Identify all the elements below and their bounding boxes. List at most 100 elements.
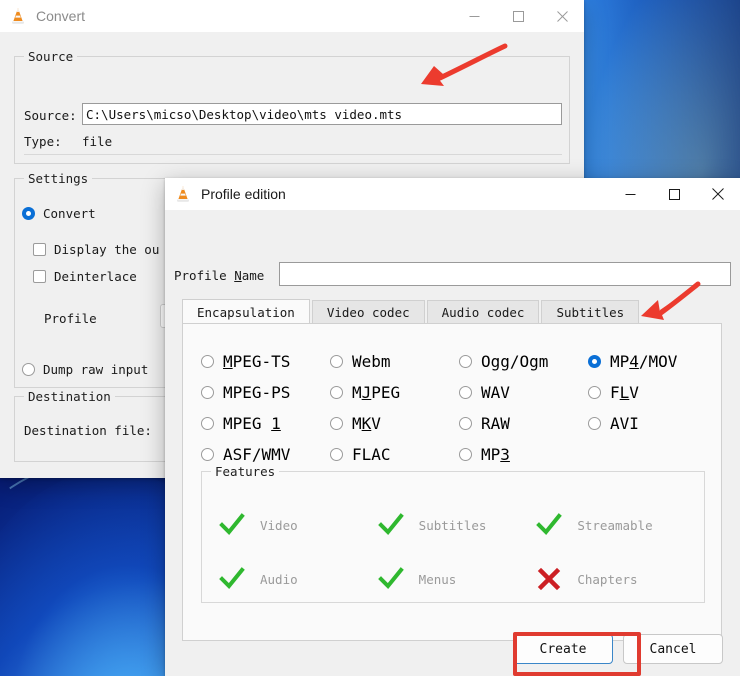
profile-name-value bbox=[280, 263, 730, 269]
destination-file-label: Destination file: bbox=[24, 423, 152, 438]
profile-body: Profile Name Encapsulation Video codec A… bbox=[165, 210, 740, 676]
vlc-cone-icon bbox=[177, 186, 189, 202]
radio-option-mpeg-ts[interactable]: MPEG-TS bbox=[201, 352, 330, 371]
radio-raw[interactable] bbox=[459, 417, 472, 430]
features-row: Audio Menus Chapters bbox=[218, 552, 694, 606]
check-icon bbox=[219, 513, 245, 535]
convert-radio[interactable] bbox=[22, 207, 35, 220]
radio-option-wav[interactable]: WAV bbox=[459, 383, 588, 402]
deinterlace-label: Deinterlace bbox=[54, 269, 137, 284]
radio-option-flv[interactable]: FLV bbox=[588, 383, 705, 402]
radio-label-flac: FLAC bbox=[352, 445, 391, 464]
minimize-button[interactable] bbox=[452, 0, 496, 32]
radio-mpeg-ts[interactable] bbox=[201, 355, 214, 368]
radio-option-asf-wmv[interactable]: ASF/WMV bbox=[201, 445, 330, 464]
convert-radio-label: Convert bbox=[43, 206, 96, 221]
dump-raw-radio[interactable] bbox=[22, 363, 35, 376]
feature-video: Video bbox=[218, 511, 377, 539]
radio-option-avi[interactable]: AVI bbox=[588, 414, 705, 433]
radio-option-mpeg-ps[interactable]: MPEG-PS bbox=[201, 383, 330, 402]
radio-mkv[interactable] bbox=[330, 417, 343, 430]
radio-flv[interactable] bbox=[588, 386, 601, 399]
radio-option-mp4-mov[interactable]: MP4/MOV bbox=[588, 352, 705, 371]
radio-label-asf-wmv: ASF/WMV bbox=[223, 445, 291, 464]
profile-titlebar[interactable]: Profile edition bbox=[165, 178, 740, 210]
profile-edition-window[interactable]: Profile edition Profile Name Encapsulati… bbox=[165, 178, 740, 676]
dump-raw-option[interactable]: Dump raw input bbox=[22, 362, 148, 377]
radio-label-webm: Webm bbox=[352, 352, 391, 371]
tab-video-codec[interactable]: Video codec bbox=[311, 300, 425, 324]
features-group: Features Video Subtitles Streamable Audi… bbox=[201, 464, 705, 606]
feature-subtitles: Subtitles bbox=[377, 511, 536, 539]
radio-mpeg-ps[interactable] bbox=[201, 386, 214, 399]
radio-option-ogg-ogm[interactable]: Ogg/Ogm bbox=[459, 352, 588, 371]
features-group-legend: Features bbox=[211, 464, 280, 479]
feature-chapters-label: Chapters bbox=[577, 571, 638, 587]
encapsulation-row: MPEG 1 MKV RAW AVI bbox=[201, 408, 705, 439]
radio-ogg-ogm[interactable] bbox=[459, 355, 472, 368]
radio-option-webm[interactable]: Webm bbox=[330, 352, 459, 371]
radio-label-mkv: MKV bbox=[352, 414, 381, 433]
radio-mpeg-1[interactable] bbox=[201, 417, 214, 430]
profile-name-input[interactable] bbox=[279, 262, 731, 286]
close-button[interactable] bbox=[540, 0, 584, 32]
features-grid: Video Subtitles Streamable Audio Menus C… bbox=[218, 498, 694, 606]
radio-flac[interactable] bbox=[330, 448, 343, 461]
encapsulation-row: MPEG-PS MJPEG WAV FLV bbox=[201, 377, 705, 408]
radio-label-mpeg-ts: MPEG-TS bbox=[223, 352, 291, 371]
deinterlace-checkbox[interactable] bbox=[33, 270, 46, 283]
tab-encapsulation[interactable]: Encapsulation bbox=[182, 299, 310, 324]
destination-group-legend: Destination bbox=[24, 389, 115, 404]
deinterlace-option[interactable]: Deinterlace bbox=[33, 269, 137, 284]
source-group-legend: Source bbox=[24, 49, 78, 64]
maximize-button[interactable] bbox=[496, 0, 540, 32]
cancel-button[interactable]: Cancel bbox=[623, 634, 723, 664]
display-output-option[interactable]: Display the ou bbox=[33, 242, 159, 257]
radio-label-mpeg-1: MPEG 1 bbox=[223, 414, 281, 433]
convert-window-controls[interactable] bbox=[452, 0, 584, 32]
source-path-input[interactable]: C:\Users\micso\Desktop\video\mts video.m… bbox=[82, 103, 562, 125]
maximize-button[interactable] bbox=[652, 178, 696, 210]
type-value: file bbox=[82, 134, 113, 149]
radio-option-mp3[interactable]: MP3 bbox=[459, 445, 588, 464]
dump-raw-label: Dump raw input bbox=[43, 362, 149, 377]
feature-audio-label: Audio bbox=[260, 571, 298, 587]
profile-tabbar[interactable]: Encapsulation Video codec Audio codec Su… bbox=[182, 299, 722, 324]
encapsulation-panel: MPEG-TS Webm Ogg/Ogm MP4/MOV MPEG-PS MJP… bbox=[182, 323, 722, 641]
check-icon bbox=[219, 567, 245, 589]
radio-option-mkv[interactable]: MKV bbox=[330, 414, 459, 433]
radio-avi[interactable] bbox=[588, 417, 601, 430]
radio-option-flac[interactable]: FLAC bbox=[330, 445, 459, 464]
radio-mp4-mov[interactable] bbox=[588, 355, 601, 368]
minimize-button[interactable] bbox=[608, 178, 652, 210]
radio-mjpeg[interactable] bbox=[330, 386, 343, 399]
radio-option-raw[interactable]: RAW bbox=[459, 414, 588, 433]
feature-subtitles-label: Subtitles bbox=[418, 517, 487, 533]
radio-label-raw: RAW bbox=[481, 414, 510, 433]
convert-radio-option[interactable]: Convert bbox=[22, 206, 96, 221]
radio-label-mp4-mov: MP4/MOV bbox=[610, 352, 678, 371]
source-label: Source: bbox=[24, 108, 77, 123]
display-output-checkbox[interactable] bbox=[33, 243, 46, 256]
radio-mp3[interactable] bbox=[459, 448, 472, 461]
vlc-cone-icon bbox=[12, 8, 24, 24]
create-button[interactable]: Create bbox=[513, 634, 613, 664]
radio-label-wav: WAV bbox=[481, 383, 510, 402]
radio-option-mpeg-1[interactable]: MPEG 1 bbox=[201, 414, 330, 433]
radio-asf-wmv[interactable] bbox=[201, 448, 214, 461]
convert-titlebar[interactable]: Convert bbox=[0, 0, 584, 32]
radio-wav[interactable] bbox=[459, 386, 472, 399]
check-icon bbox=[536, 513, 563, 535]
type-label: Type: bbox=[24, 134, 62, 149]
check-icon bbox=[377, 567, 404, 589]
radio-webm[interactable] bbox=[330, 355, 343, 368]
feature-video-label: Video bbox=[260, 517, 298, 533]
radio-label-mp3: MP3 bbox=[481, 445, 510, 464]
radio-option-mjpeg[interactable]: MJPEG bbox=[330, 383, 459, 402]
tab-subtitles[interactable]: Subtitles bbox=[541, 300, 640, 324]
profile-window-controls[interactable] bbox=[608, 178, 740, 210]
close-button[interactable] bbox=[696, 178, 740, 210]
encapsulation-radio-grid: MPEG-TS Webm Ogg/Ogm MP4/MOV MPEG-PS MJP… bbox=[201, 346, 705, 470]
profile-name-label-mnemonic: N bbox=[234, 268, 242, 283]
tab-audio-codec[interactable]: Audio codec bbox=[426, 300, 540, 324]
